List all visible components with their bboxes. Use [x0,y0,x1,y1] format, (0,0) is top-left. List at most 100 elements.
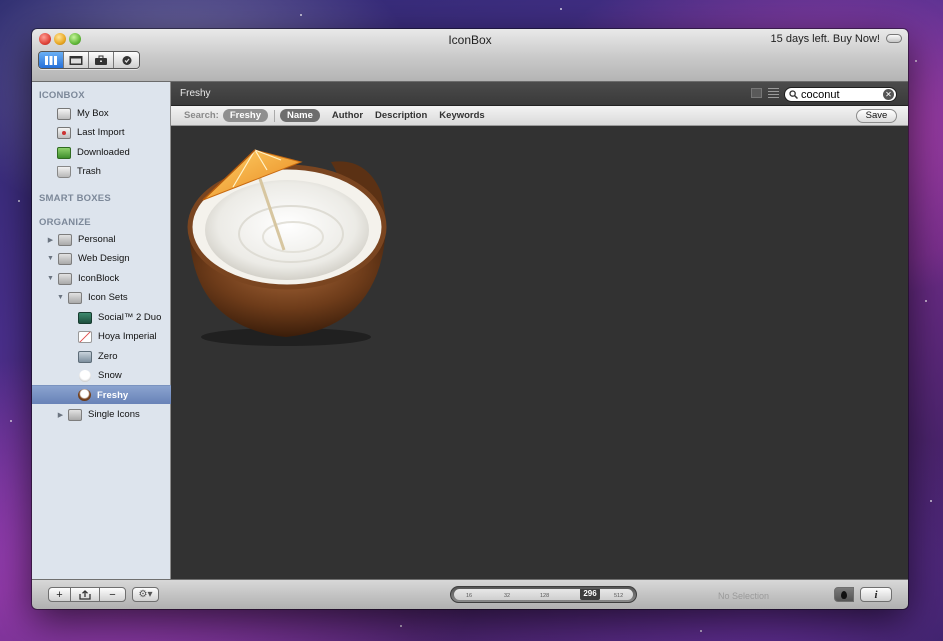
sidebar-item-label: Last Import [77,127,125,138]
coconut-cocktail-icon[interactable] [181,132,401,352]
sidebar-item-label: My Box [77,108,109,119]
info-button[interactable]: i [860,587,892,602]
search-icon [789,90,798,99]
folder-icon [68,408,82,421]
action-menu-button[interactable]: ⚙▾ [132,587,159,602]
sidebar-item-personal[interactable]: ▶ Personal [32,230,171,249]
disclosure-expanded-icon[interactable]: ▼ [46,275,55,282]
remove-button[interactable]: − [99,587,126,602]
view-toggle-group [751,88,779,98]
disclosure-expanded-icon[interactable]: ▼ [56,294,65,301]
sidebar-item-snow[interactable]: Snow [32,366,171,385]
search-input[interactable] [801,88,879,101]
sidebar-item-label: Zero [98,351,118,362]
library-icon [45,55,57,65]
sidebar-item-my-box[interactable]: My Box [32,104,171,123]
app-window: IconBox 15 days left. Buy Now! ICONBOX M… [32,29,908,609]
sidebar-item-label: Downloaded [77,147,130,158]
sidebar-item-trash[interactable]: Trash [32,162,171,181]
toolbar-toggle-button[interactable] [886,34,902,43]
sidebar-item-label: Social™ 2 Duo [98,312,162,323]
icon-size-slider[interactable]: 16 32 128 296 512 [450,586,637,603]
scope-option-description[interactable]: Description [375,110,427,121]
trash-icon [57,165,71,178]
sidebar-item-single-icons[interactable]: ▶ Single Icons [32,405,171,424]
gear-icon: ⚙▾ [138,589,153,600]
sidebar-item-label: Icon Sets [88,292,128,303]
scope-current-set[interactable]: Freshy [222,109,269,122]
scope-option-author[interactable]: Author [332,110,363,121]
sidebar-item-last-import[interactable]: Last Import [32,123,171,142]
sidebar-item-iconblock[interactable]: ▼ IconBlock [32,269,171,288]
slider-thumb-value[interactable]: 296 [580,589,600,600]
section-header-smart-boxes: SMART BOXES [39,193,111,204]
sidebar-item-label: Personal [78,234,116,245]
path-bar: Freshy ✕ [171,82,908,106]
title-bar: IconBox 15 days left. Buy Now! [32,29,908,82]
sidebar-item-label: Single Icons [88,409,140,420]
clear-search-icon[interactable]: ✕ [883,89,894,100]
toolbox-icon [95,55,107,65]
disclosure-expanded-icon[interactable]: ▼ [46,255,55,262]
list-view-icon[interactable] [768,88,779,98]
folder-icon [58,272,72,285]
view-mode-segmented-control [38,51,140,69]
browser-icon [69,55,83,65]
sidebar-item-web-design[interactable]: ▼ Web Design [32,249,171,268]
disclosure-collapsed-icon[interactable]: ▶ [56,411,65,419]
download-icon [57,146,71,159]
sidebar-item-social-2-duo[interactable]: Social™ 2 Duo [32,308,171,327]
trial-buy-now-link[interactable]: 15 days left. Buy Now! [771,33,880,45]
sidebar-item-icon-sets[interactable]: ▼ Icon Sets [32,288,171,307]
social-set-icon [78,311,92,324]
export-icon [79,589,91,600]
library-view-button[interactable] [39,52,64,68]
toolbox-view-button[interactable] [89,52,114,68]
selection-status: No Selection [718,591,770,601]
save-search-button[interactable]: Save [856,109,897,123]
sidebar-item-freshy[interactable]: Freshy [32,385,171,404]
size-tick-label: 32 [504,593,511,599]
zero-set-icon [78,350,92,363]
main-content: Freshy ✕ Search: Freshy Name Author Desc… [171,82,908,579]
sidebar-item-label: Hoya Imperial [98,331,157,342]
scope-option-keywords[interactable]: Keywords [439,110,484,121]
coconut-icon [78,389,91,401]
search-field: ✕ [784,87,897,102]
slider-track[interactable]: 16 32 128 296 512 [454,589,633,600]
import-icon [57,126,71,139]
box-icon [57,107,71,120]
hoya-set-icon [78,330,92,343]
size-tick-label: 512 [614,593,624,599]
section-header-organize: ORGANIZE [39,217,91,228]
folder-icon [68,291,82,304]
export-button[interactable] [70,587,100,602]
folder-icon [58,252,72,265]
sidebar-item-label: Web Design [78,253,130,264]
sidebar-item-zero[interactable]: Zero [32,347,171,366]
folder-icon [58,233,72,246]
water-drop-icon [841,590,847,599]
section-header-iconbox: ICONBOX [39,90,85,101]
current-set-title: Freshy [180,88,211,99]
snowman-icon [79,369,91,382]
sidebar-item-label: IconBlock [78,273,120,284]
sidebar-item-hoya-imperial[interactable]: Hoya Imperial [32,327,171,346]
bottom-bar: + − ⚙▾ 16 32 128 296 512 No Selection i [32,579,908,609]
scope-divider [274,109,276,122]
add-button[interactable]: + [48,587,71,602]
sidebar: ICONBOX My Box Last Import Downloaded Tr… [32,82,171,579]
search-scope-label: Search: [184,110,219,121]
sidebar-item-label: Snow [98,370,122,381]
size-tick-label: 128 [540,593,550,599]
disclosure-collapsed-icon[interactable]: ▶ [46,236,55,244]
sidebar-item-downloaded[interactable]: Downloaded [32,143,171,162]
sidebar-item-label: Trash [77,166,101,177]
drop-toggle-button[interactable] [834,587,854,602]
scope-option-name[interactable]: Name [280,109,320,122]
badge-view-button[interactable] [114,52,139,68]
sidebar-item-label: Freshy [97,389,129,401]
browser-view-button[interactable] [64,52,89,68]
badge-icon [122,55,131,65]
grid-view-icon[interactable] [751,88,762,98]
